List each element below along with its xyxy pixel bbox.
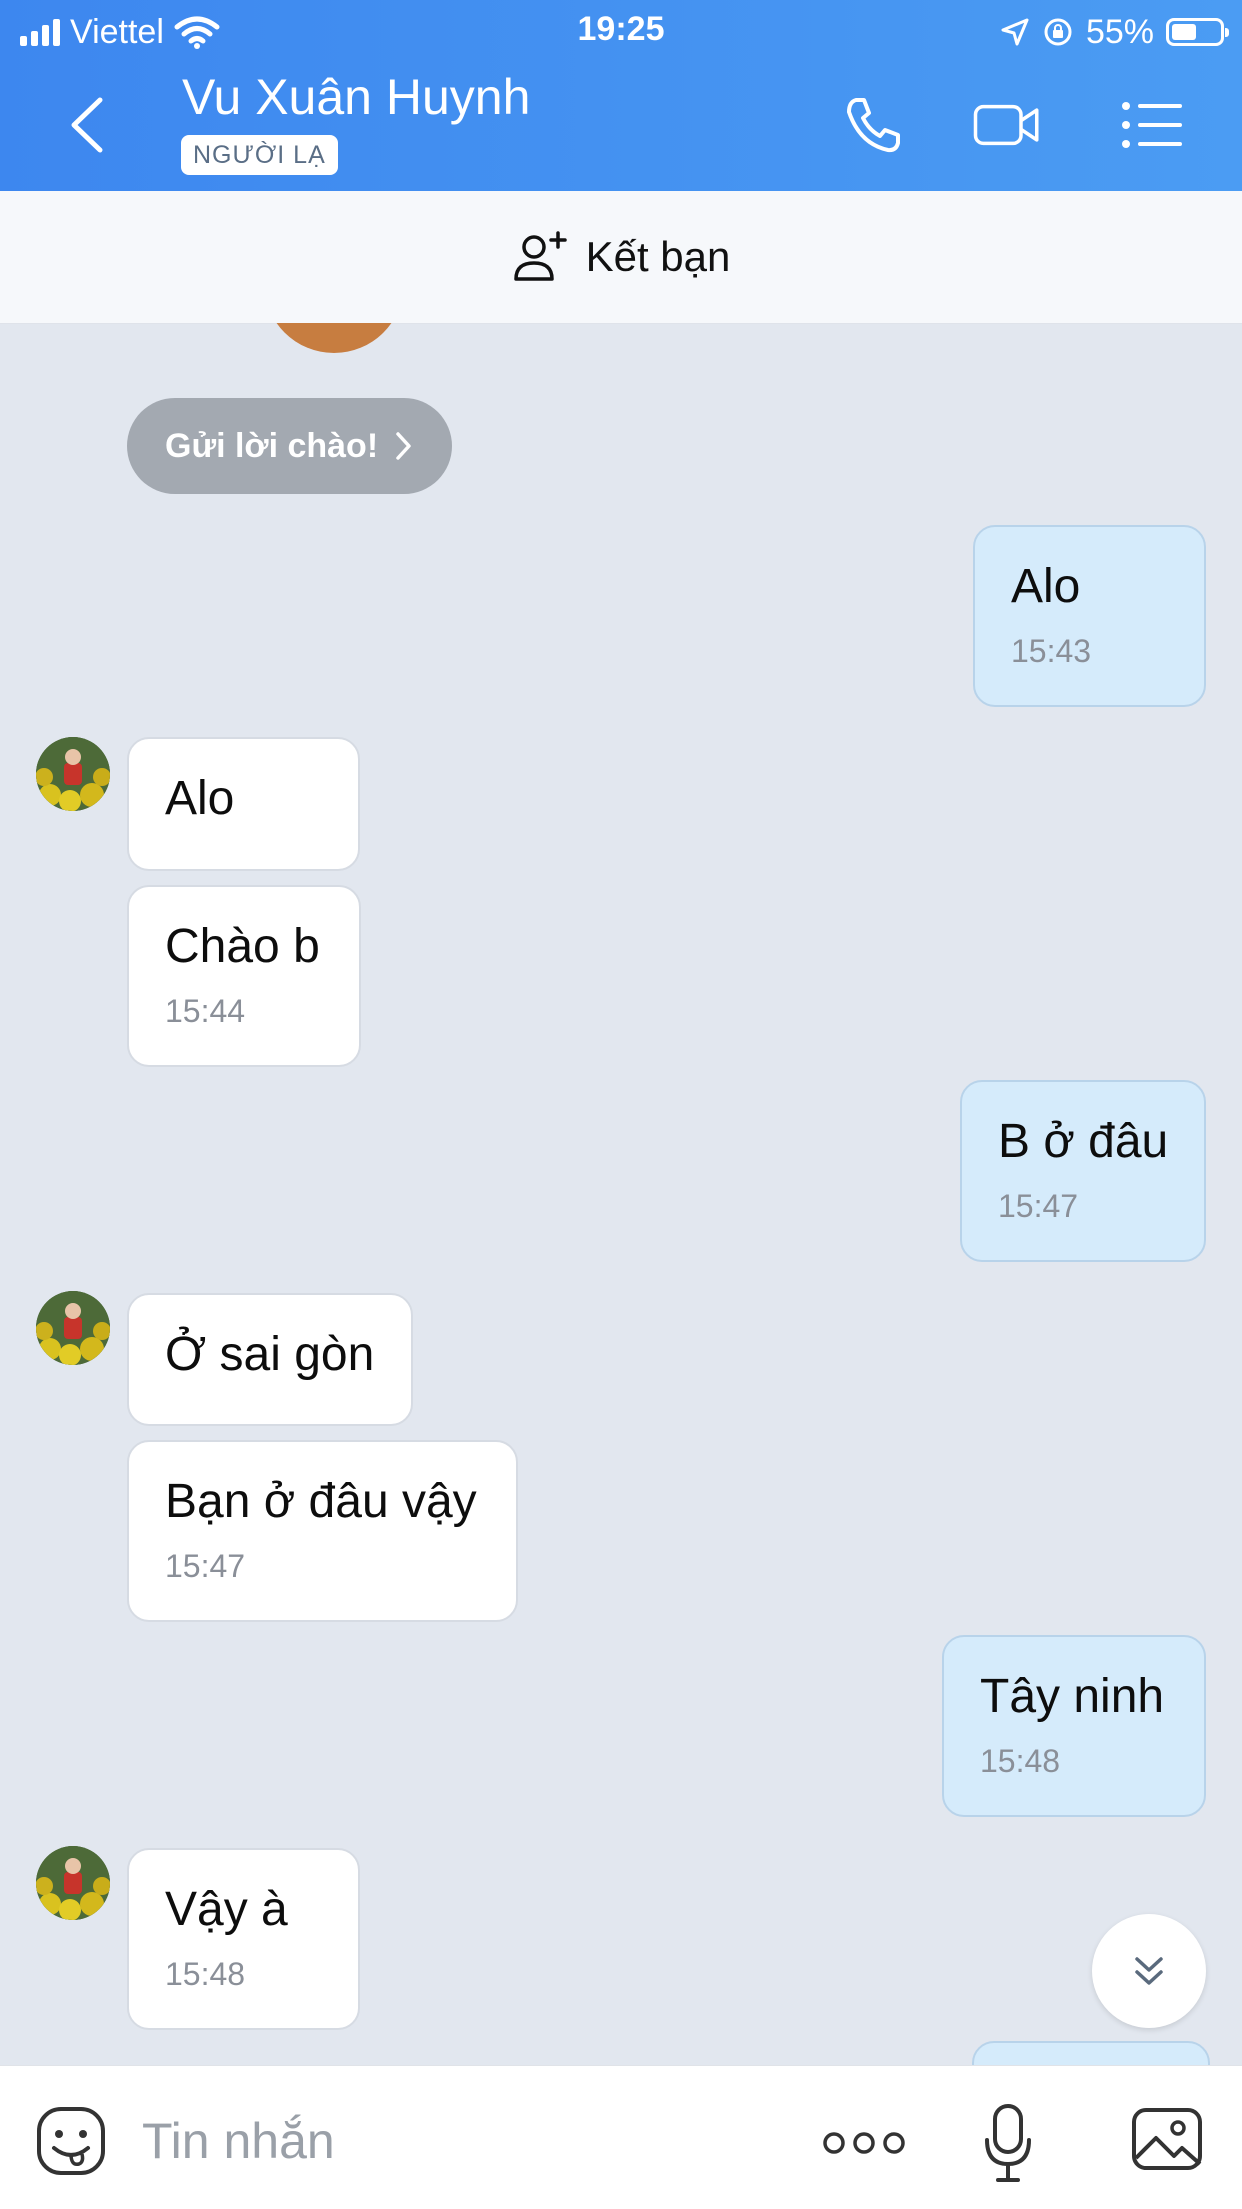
message-text: Ở sai gòn bbox=[165, 1328, 375, 1381]
message-text: B ở đâu bbox=[998, 1115, 1169, 1168]
chevron-right-icon bbox=[396, 432, 411, 460]
sticker-icon[interactable] bbox=[34, 2104, 108, 2178]
chat-area[interactable]: Gửi lời chào! Alo 15:43 Alo Chào b 15:44… bbox=[0, 323, 1242, 2065]
more-dots-icon[interactable] bbox=[822, 2128, 906, 2158]
avatar-image bbox=[36, 1846, 110, 1920]
message-text: Alo bbox=[1011, 560, 1081, 613]
message-time: 15:48 bbox=[165, 1956, 246, 1992]
chat-header: Viettel 19:25 55% Vu Xuân Huynh NGƯỜI LẠ bbox=[0, 0, 1242, 191]
message-composer: Tin nhắn bbox=[0, 2065, 1242, 2209]
stranger-badge: NGƯỜI LẠ bbox=[181, 135, 338, 175]
message-text: Vậy à bbox=[165, 1883, 288, 1936]
microphone-icon[interactable] bbox=[982, 2102, 1034, 2186]
contact-avatar[interactable] bbox=[36, 737, 110, 811]
battery-percent: 55% bbox=[1085, 12, 1154, 51]
contact-avatar[interactable] bbox=[36, 1291, 110, 1365]
send-greeting-button[interactable]: Gửi lời chào! bbox=[127, 398, 453, 494]
message-bubble-sent[interactable]: B ở đâu 15:47 bbox=[960, 1080, 1206, 1262]
menu-list-icon[interactable] bbox=[1118, 92, 1188, 158]
location-icon bbox=[1001, 18, 1029, 46]
message-time: 15:43 bbox=[1011, 633, 1092, 669]
image-icon[interactable] bbox=[1130, 2106, 1204, 2172]
message-bubble-received[interactable]: Chào b 15:44 bbox=[127, 885, 361, 1067]
phone-icon[interactable] bbox=[838, 92, 908, 158]
message-input[interactable]: Tin nhắn bbox=[142, 2112, 335, 2170]
contact-avatar[interactable] bbox=[36, 1846, 110, 1920]
message-time: 15:47 bbox=[998, 1188, 1079, 1224]
profile-avatar-partial bbox=[264, 323, 404, 353]
message-bubble-received[interactable]: Vậy à 15:48 bbox=[127, 1848, 360, 2030]
rotation-lock-icon bbox=[1044, 18, 1072, 46]
battery-fill bbox=[1172, 24, 1197, 40]
message-text: Bạn ở đâu vậy bbox=[165, 1475, 477, 1528]
status-bar: Viettel 19:25 55% bbox=[0, 0, 1242, 64]
message-bubble-sent[interactable]: Tây ninh 15:48 bbox=[942, 1635, 1206, 1817]
send-greeting-label: Gửi lời chào! bbox=[165, 426, 379, 465]
add-friend-label: Kết bạn bbox=[585, 233, 731, 280]
message-bubble-received[interactable]: Bạn ở đâu vậy 15:47 bbox=[127, 1440, 518, 1622]
avatar-image bbox=[36, 737, 110, 811]
avatar-image bbox=[36, 1291, 110, 1365]
message-time: 15:47 bbox=[165, 1548, 246, 1584]
video-call-icon[interactable] bbox=[972, 92, 1042, 158]
battery-icon bbox=[1166, 18, 1229, 46]
status-right: 55% bbox=[1000, 12, 1229, 52]
message-time: 15:44 bbox=[165, 993, 246, 1029]
add-friend-icon bbox=[513, 231, 567, 281]
message-bubble-sent-partial[interactable] bbox=[972, 2041, 1210, 2065]
message-time: 15:48 bbox=[980, 1743, 1061, 1779]
message-text: Tây ninh bbox=[980, 1670, 1165, 1723]
contact-name[interactable]: Vu Xuân Huynh bbox=[182, 68, 530, 126]
message-bubble-received[interactable]: Alo bbox=[127, 737, 360, 871]
back-icon[interactable] bbox=[58, 90, 118, 160]
message-bubble-received[interactable]: Ở sai gòn bbox=[127, 1293, 413, 1426]
double-chevron-down-icon bbox=[1135, 1957, 1163, 1985]
message-text: Chào b bbox=[165, 920, 320, 973]
add-friend-button[interactable]: Kết bạn bbox=[0, 191, 1242, 324]
message-text: Alo bbox=[165, 772, 235, 825]
scroll-to-bottom-button[interactable] bbox=[1092, 1914, 1206, 2028]
message-bubble-sent[interactable]: Alo 15:43 bbox=[973, 525, 1206, 707]
